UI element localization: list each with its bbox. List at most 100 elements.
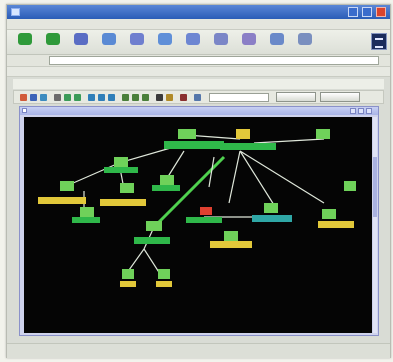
link-3[interactable] [105,68,145,75]
properties-icon[interactable] [156,94,163,101]
host-node-c[interactable] [60,181,74,191]
menu-item-favorites[interactable] [59,20,83,28]
app-menu-item-2[interactable] [33,80,73,88]
app-menu-item-3[interactable] [75,80,97,88]
menu-item-tools[interactable] [85,20,101,28]
map-vertical-scrollbar[interactable] [373,117,377,333]
host-node-j[interactable] [264,203,278,213]
zoom-out-icon[interactable] [74,94,81,101]
core-router-node[interactable] [178,129,196,139]
app-menu-item-1[interactable] [17,80,31,88]
switch-node-b-label [104,167,138,173]
app-menu-item-4[interactable] [99,80,117,88]
toolbar-button-1[interactable] [276,92,316,102]
favorites-icon [186,33,200,45]
stop-poll-icon[interactable] [180,94,187,101]
server-node-1[interactable] [316,129,330,139]
browser-title [25,7,205,17]
app-menu-item-10[interactable] [225,80,239,88]
app-menu-item-6[interactable] [135,80,151,88]
switch-node-e[interactable] [160,175,174,185]
zoom-in-icon[interactable] [64,94,71,101]
host-node-m[interactable] [122,269,134,279]
browser-window [6,4,391,358]
mail-button[interactable] [265,32,289,52]
print-button[interactable] [293,32,317,52]
forward-label [41,46,65,52]
close-button[interactable] [376,7,386,17]
refresh-button[interactable] [97,32,121,52]
discover-icon[interactable] [132,94,139,101]
link-2[interactable] [59,68,99,75]
save-icon[interactable] [40,94,47,101]
app-menu-item-9[interactable] [199,80,223,88]
map-tool-icon[interactable] [20,94,27,101]
layout-icon[interactable] [88,94,95,101]
map-window-minimize-button[interactable] [350,108,356,114]
app-menu-item-5[interactable] [119,80,133,88]
link-4[interactable] [151,68,191,75]
link-tool-icon[interactable] [108,94,115,101]
stop-button[interactable] [69,32,93,52]
refresh-label [97,46,121,52]
print-icon [298,33,312,45]
host-node-i[interactable] [224,231,238,241]
back-button[interactable] [13,32,37,52]
switch-node-k-label [134,237,170,244]
menu-item-edit[interactable] [27,20,41,28]
refresh-icon [102,33,116,45]
toolbar-button-2[interactable] [320,92,360,102]
select-icon[interactable] [54,94,61,101]
switch-node-b[interactable] [114,157,128,167]
address-input[interactable] [49,56,379,65]
refresh-map-icon[interactable] [142,94,149,101]
search-input[interactable] [209,93,269,102]
history-button[interactable] [237,32,261,52]
print-label [293,46,317,52]
switch-node-e-label [152,185,180,191]
topology-nodes [38,129,356,287]
open-icon[interactable] [30,94,37,101]
host-node-o-label [72,217,100,223]
server-node-2[interactable] [344,181,356,191]
host-node-g[interactable] [322,209,336,219]
minimize-button[interactable] [348,7,358,17]
favorites-button[interactable] [181,32,205,52]
mail-label [265,46,289,52]
link-1[interactable] [13,68,53,75]
alarm-node-label [186,217,222,223]
map-window-close-button[interactable] [366,108,372,114]
app-menu-item-8[interactable] [181,80,197,88]
maximize-button[interactable] [362,7,372,17]
media-button[interactable] [209,32,233,52]
history-label [237,46,261,52]
home-label [125,46,149,52]
status-text-right [307,347,385,355]
menu-item-file[interactable] [11,20,25,28]
home-button[interactable] [125,32,149,52]
app-menu-item-7[interactable] [153,80,179,88]
search-button[interactable] [153,32,177,52]
switch-node-k[interactable] [146,221,162,231]
host-node-d[interactable] [120,183,134,193]
media-icon [214,33,228,45]
menu-item-view[interactable] [43,20,57,28]
forward-button[interactable] [41,32,65,52]
host-node-o[interactable] [80,207,94,217]
app-menubar [13,79,384,89]
help-icon[interactable] [194,94,201,101]
history-icon [242,33,256,45]
map-window-maximize-button[interactable] [358,108,364,114]
links-bar [7,67,390,77]
host-node-d-label [100,199,146,206]
map-scroll-thumb[interactable] [373,157,377,217]
address-bar [7,55,390,67]
filter-icon[interactable] [122,94,129,101]
host-node-n[interactable] [158,269,170,279]
alert-icon[interactable] [166,94,173,101]
distribution-switch-node[interactable] [236,129,250,139]
alarm-node[interactable] [200,207,212,215]
network-topology-canvas[interactable] [24,117,372,333]
menu-item-help[interactable] [103,20,117,28]
grid-icon[interactable] [98,94,105,101]
